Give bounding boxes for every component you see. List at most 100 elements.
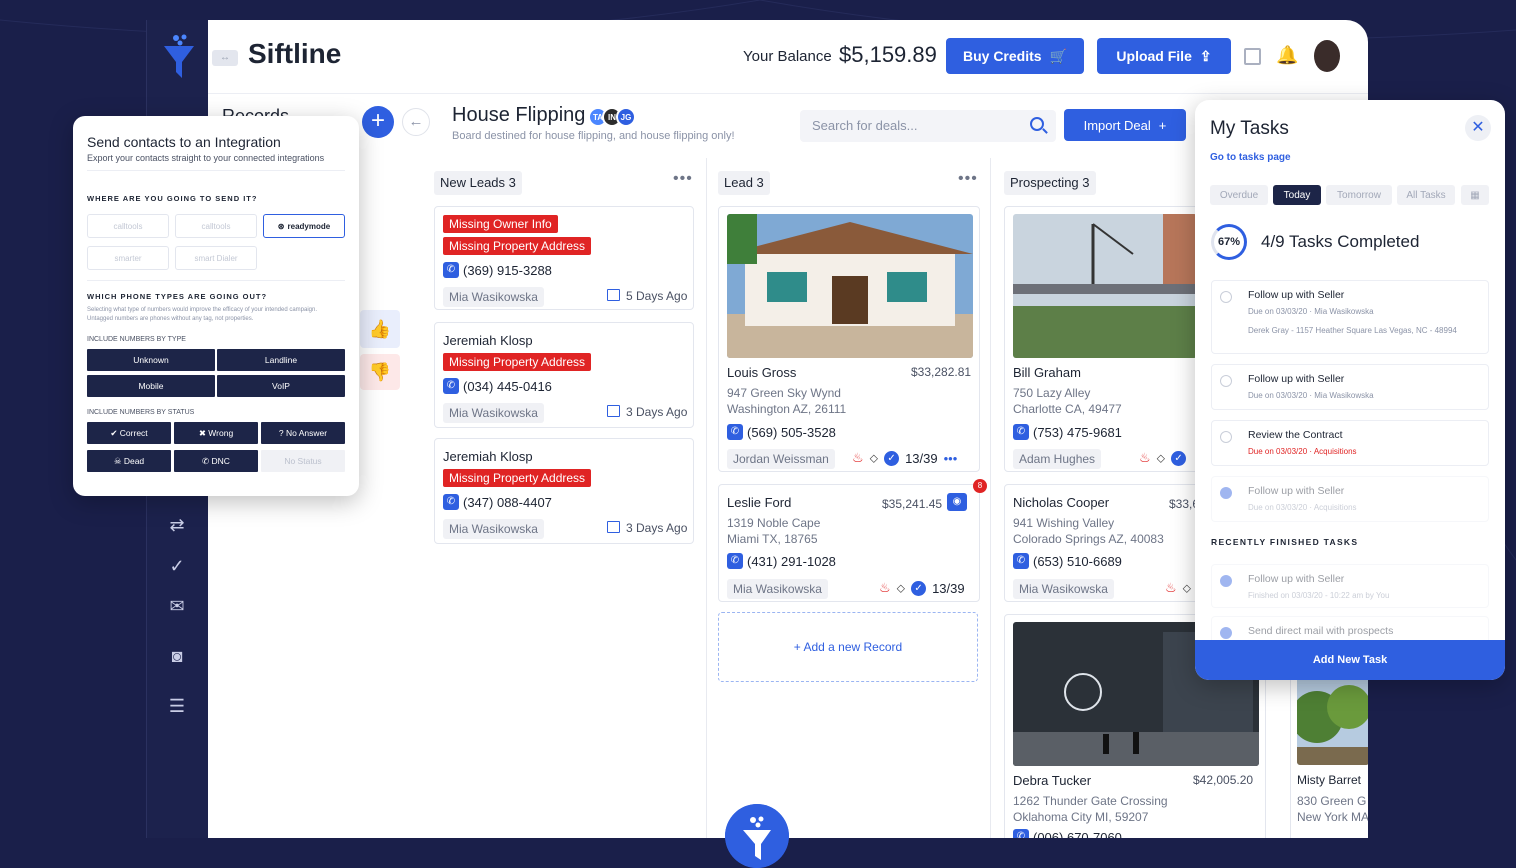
- task-check[interactable]: [1220, 487, 1232, 499]
- task-item[interactable]: Follow up with Seller Due on 03/03/20 · …: [1211, 280, 1489, 354]
- status-label: Dead: [123, 456, 145, 466]
- column-count: 3: [756, 175, 764, 190]
- lead-card[interactable]: Jeremiah Klosp Missing Property Address …: [434, 438, 694, 544]
- task-item[interactable]: Follow up with Seller Due on 03/03/20 · …: [1211, 364, 1489, 410]
- task-meta: Due on 03/03/20 · Mia Wasikowska: [1248, 391, 1374, 400]
- recent-heading: RECENTLY FINISHED TASKS: [1211, 537, 1359, 547]
- tab-today[interactable]: Today: [1273, 185, 1321, 205]
- bell-icon[interactable]: 🔔: [1276, 45, 1298, 66]
- collapse-sidebar-button[interactable]: ↔: [212, 50, 238, 66]
- owner-chip: Mia Wasikowska: [443, 403, 544, 423]
- type-mobile[interactable]: Mobile: [87, 375, 215, 397]
- tag-icon: ⬦: [869, 450, 879, 465]
- integration-option[interactable]: smarter: [87, 246, 169, 270]
- status-no-status[interactable]: No Status: [261, 450, 345, 472]
- add-new-task-button[interactable]: Add New Task: [1195, 640, 1505, 680]
- integration-option[interactable]: calltools: [175, 214, 257, 238]
- status-no-answer[interactable]: ? No Answer: [261, 422, 345, 444]
- type-voip[interactable]: VoIP: [217, 375, 345, 397]
- status-wrong[interactable]: ✖ Wrong: [174, 422, 258, 444]
- avatar[interactable]: [1314, 40, 1340, 72]
- status-dead[interactable]: ☠ Dead: [87, 450, 171, 472]
- lead-card[interactable]: Louis Gross $33,282.81 947 Green Sky Wyn…: [718, 206, 980, 472]
- deal-amount: $35,241.45: [882, 497, 943, 511]
- task-name: Follow up with Seller: [1248, 485, 1345, 497]
- type-unknown[interactable]: Unknown: [87, 349, 215, 371]
- finished-task[interactable]: Follow up with Seller Finished on 03/03/…: [1211, 564, 1489, 608]
- address-line2: Miami TX, 18765: [727, 532, 818, 546]
- back-arrow-button[interactable]: ←: [402, 108, 430, 136]
- owner-chip: Mia Wasikowska: [443, 519, 544, 539]
- robot-icon[interactable]: ◙: [166, 645, 188, 667]
- member-tags: TA IN JG: [588, 107, 636, 127]
- task-name: Review the Contract: [1248, 429, 1343, 441]
- eye-icon[interactable]: ◉: [947, 493, 967, 511]
- lead-card[interactable]: Misty Barret 830 Green G New York MA: [1290, 666, 1368, 838]
- app-window: ↔ Siftline Your Balance $5,159.89 Buy Cr…: [208, 20, 1368, 838]
- more-icon[interactable]: •••: [944, 451, 958, 466]
- tab-tomorrow[interactable]: Tomorrow: [1326, 185, 1392, 205]
- task-radio[interactable]: [1220, 291, 1232, 303]
- integration-option-selected[interactable]: ⊛ readymode: [263, 214, 345, 238]
- import-deal-button[interactable]: Import Deal +: [1064, 109, 1186, 141]
- phone-icon: ✆: [443, 262, 459, 278]
- task-item[interactable]: Review the Contract Due on 03/03/20 · Ac…: [1211, 420, 1489, 466]
- column-menu-icon[interactable]: •••: [673, 170, 693, 188]
- card-status-icons: ♨ ⬦: [1165, 580, 1191, 596]
- buy-credits-button[interactable]: Buy Credits 🛒: [946, 38, 1084, 74]
- status-correct[interactable]: ✔ Correct: [87, 422, 171, 444]
- thumbs-down-icon[interactable]: 👎: [360, 354, 400, 390]
- task-radio[interactable]: [1220, 431, 1232, 443]
- owner-chip: Mia Wasikowska: [1013, 579, 1114, 599]
- status-dnc[interactable]: ✆ DNC: [174, 450, 258, 472]
- phone-number: ✆ (653) 510-6689: [1013, 553, 1122, 569]
- lead-card[interactable]: Bill Graham 750 Lazy Alley Charlotte CA,…: [1004, 206, 1204, 472]
- thumbs-up-icon[interactable]: 👍: [360, 310, 400, 348]
- status-label: Correct: [119, 428, 148, 438]
- integration-option[interactable]: calltools: [87, 214, 169, 238]
- contact-name: Bill Graham: [1013, 365, 1081, 380]
- lead-card[interactable]: Jeremiah Klosp Missing Property Address …: [434, 322, 694, 428]
- add-record-button[interactable]: + Add a new Record: [718, 612, 978, 682]
- balance-label: Your Balance: [743, 48, 832, 65]
- task-name: Follow up with Seller: [1248, 573, 1345, 585]
- calendar-icon[interactable]: ▦: [1461, 185, 1489, 205]
- calendar-icon[interactable]: [1244, 48, 1261, 65]
- tasks-page-link[interactable]: Go to tasks page: [1210, 152, 1291, 163]
- lead-card[interactable]: Nicholas Cooper $33,6 941 Wishing Valley…: [1004, 484, 1204, 602]
- bridge-photo: [1013, 214, 1197, 358]
- add-board-button[interactable]: +: [362, 106, 394, 138]
- progress-count: 13/39: [905, 450, 938, 466]
- phone-text: (034) 445-0416: [463, 378, 552, 394]
- column-menu-icon[interactable]: •••: [958, 170, 978, 188]
- balance-value: $5,159.89: [839, 42, 937, 67]
- cart-icon: 🛒: [1049, 47, 1067, 64]
- transfer-icon[interactable]: ⇄: [166, 514, 188, 536]
- integration-option[interactable]: smart Dialer: [175, 246, 257, 270]
- type-landline[interactable]: Landline: [217, 349, 345, 371]
- deal-amount: $42,005.20: [1193, 773, 1254, 787]
- lead-card[interactable]: 8 Leslie Ford $35,241.45 ◉ 1319 Noble Ca…: [718, 479, 987, 602]
- search-icon[interactable]: [1030, 117, 1044, 131]
- tab-all-tasks[interactable]: All Tasks: [1397, 185, 1455, 205]
- search-input[interactable]: Search for deals...: [800, 110, 1056, 142]
- upload-file-button[interactable]: Upload File ⇪: [1097, 38, 1231, 74]
- task-meta: Due on 03/03/20 · Mia Wasikowska: [1248, 307, 1374, 316]
- mail-icon[interactable]: ✉: [166, 595, 188, 617]
- task-item[interactable]: Follow up with Seller Due on 03/03/20 · …: [1211, 476, 1489, 522]
- phone-text: (753) 475-9681: [1033, 424, 1122, 440]
- settings-sliders-icon[interactable]: ☰: [166, 695, 188, 717]
- address-line2: New York MA: [1297, 810, 1368, 824]
- plus-icon: +: [1158, 117, 1167, 133]
- column-title: Prospecting: [1010, 175, 1079, 190]
- lead-card[interactable]: Missing Owner Info Missing Property Addr…: [434, 206, 694, 310]
- skull-icon: ☠: [113, 455, 124, 466]
- column-title: New Leads: [440, 175, 506, 190]
- board-subtitle: Board destined for house flipping, and h…: [452, 130, 735, 142]
- tab-overdue[interactable]: Overdue: [1210, 185, 1268, 205]
- task-radio[interactable]: [1220, 375, 1232, 387]
- close-icon[interactable]: ✕: [1465, 115, 1491, 141]
- phone-number: ✆ (034) 445-0416: [443, 378, 552, 394]
- task-check-icon[interactable]: ✓: [166, 555, 188, 577]
- my-tasks-panel: My Tasks Go to tasks page ✕ Overdue Toda…: [1195, 100, 1505, 680]
